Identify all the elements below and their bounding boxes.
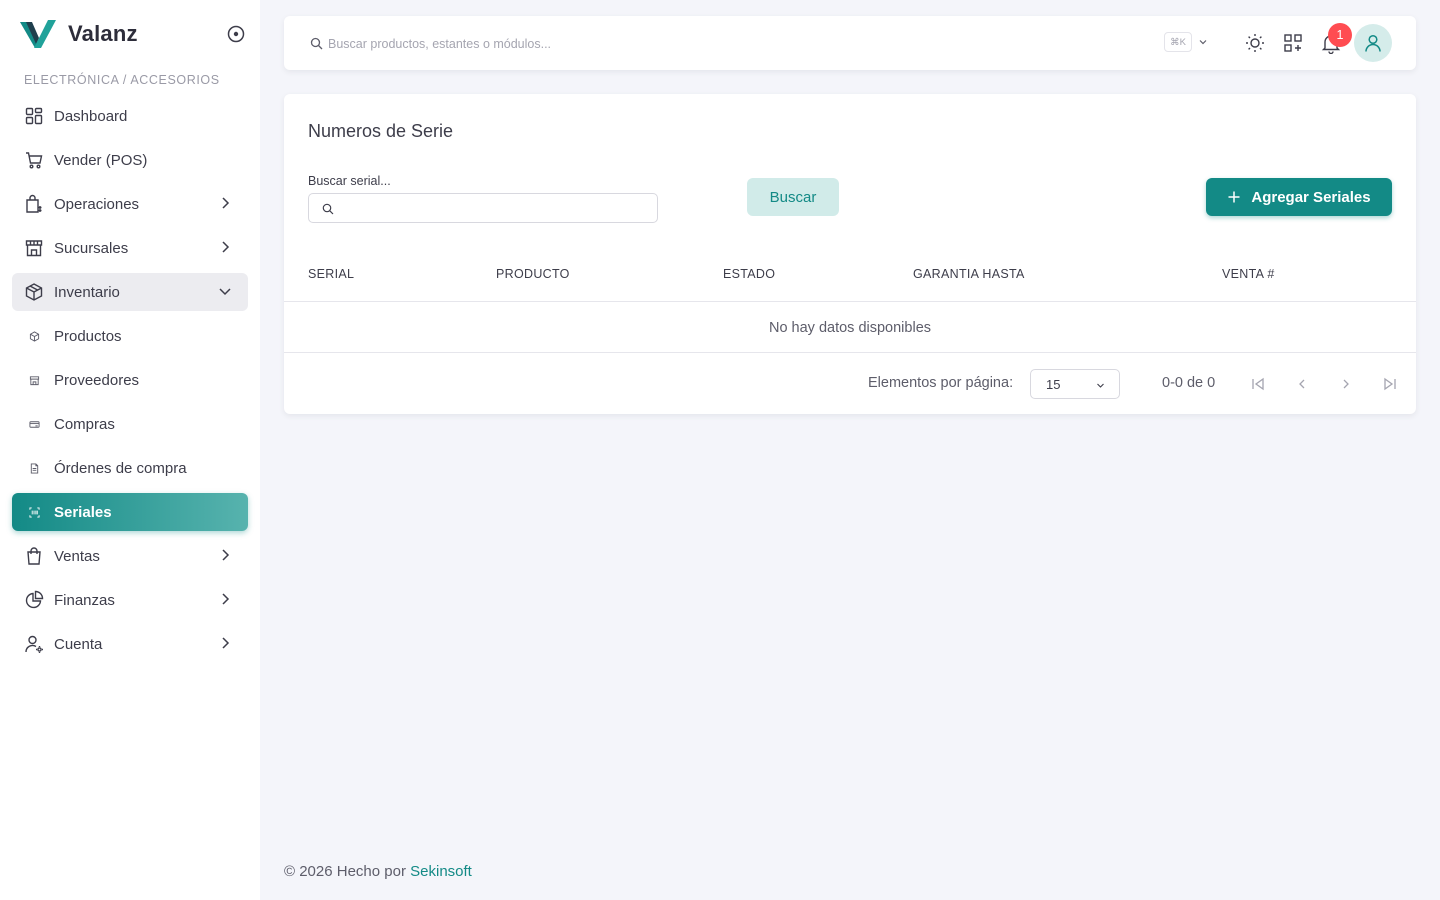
notifications-badge: 1 bbox=[1328, 23, 1352, 47]
sidebar-item-label: Órdenes de compra bbox=[54, 459, 187, 477]
shortcut-hint: ⌘K bbox=[1164, 32, 1192, 52]
column-header-garantia[interactable]: GARANTIA HASTA bbox=[913, 267, 1025, 281]
sidebar-item-seriales[interactable]: Seriales bbox=[12, 493, 248, 531]
avatar[interactable] bbox=[1354, 24, 1392, 62]
top-bar: ⌘K 1 bbox=[284, 16, 1416, 70]
sidebar-item-ventas[interactable]: Ventas bbox=[12, 537, 248, 575]
serial-dot-icon bbox=[24, 502, 44, 522]
valanz-logo-icon bbox=[20, 20, 56, 48]
operations-icon bbox=[24, 194, 44, 214]
column-header-estado[interactable]: ESTADO bbox=[723, 267, 775, 281]
sidebar-item-inventario[interactable]: Inventario bbox=[12, 273, 248, 311]
sidebar-item-ordenes-compra[interactable]: Órdenes de compra bbox=[12, 449, 248, 487]
sidebar-item-finanzas[interactable]: Finanzas bbox=[12, 581, 248, 619]
per-page-select[interactable]: 15 bbox=[1030, 369, 1120, 399]
page-title: Numeros de Serie bbox=[308, 121, 454, 141]
plus-icon bbox=[1228, 191, 1240, 203]
dashboard-icon bbox=[24, 106, 44, 126]
brand-name: Valanz bbox=[68, 21, 138, 46]
sidebar-item-label: Ventas bbox=[54, 547, 100, 565]
sidebar-item-proveedores[interactable]: Proveedores bbox=[12, 361, 248, 399]
sidebar-item-label: Dashboard bbox=[54, 107, 128, 125]
sidebar-item-productos[interactable]: Productos bbox=[12, 317, 248, 355]
user-settings-icon bbox=[24, 634, 44, 654]
order-dot-icon bbox=[24, 458, 44, 478]
theme-toggle-sun-icon[interactable] bbox=[1244, 32, 1266, 54]
last-page-icon[interactable] bbox=[1380, 374, 1400, 394]
sidebar-item-dashboard[interactable]: Dashboard bbox=[12, 97, 248, 135]
chevron-right-icon bbox=[222, 637, 230, 649]
search-icon bbox=[310, 37, 323, 50]
sidebar: Valanz ELECTRÓNICA / ACCESORIOS Dashboar… bbox=[0, 0, 260, 900]
sidebar-item-label: Inventario bbox=[54, 283, 120, 301]
add-serials-label: Agregar Seriales bbox=[1251, 188, 1371, 206]
serial-search-field[interactable] bbox=[308, 193, 658, 223]
serial-search-input[interactable] bbox=[341, 199, 646, 217]
table-header: SERIAL PRODUCTO ESTADO GARANTIA HASTA VE… bbox=[284, 254, 1416, 302]
sidebar-item-label: Proveedores bbox=[54, 371, 140, 389]
add-serials-button[interactable]: Agregar Seriales bbox=[1206, 178, 1392, 216]
sidebar-item-label: Productos bbox=[54, 327, 122, 345]
chevron-right-icon bbox=[222, 197, 230, 209]
sidebar-item-compras[interactable]: Compras bbox=[12, 405, 248, 443]
footer: © 2026 Hecho por Sekinsoft bbox=[284, 863, 472, 880]
brand[interactable]: Valanz bbox=[20, 18, 250, 50]
sidebar-item-label: Seriales bbox=[54, 503, 112, 521]
pagination-range: 0-0 de 0 bbox=[1162, 375, 1216, 391]
serials-card: Numeros de Serie Buscar serial... Buscar… bbox=[284, 94, 1416, 414]
per-page-value: 15 bbox=[1046, 377, 1061, 392]
pie-chart-icon bbox=[24, 590, 44, 610]
chevron-right-icon bbox=[222, 549, 230, 561]
chevron-right-icon bbox=[222, 593, 230, 605]
chevron-down-icon bbox=[219, 288, 231, 296]
chevron-down-icon bbox=[1097, 383, 1104, 388]
sidebar-item-label: Finanzas bbox=[54, 591, 115, 609]
box-icon bbox=[24, 282, 44, 302]
sidebar-item-label: Operaciones bbox=[54, 195, 140, 213]
sidebar-item-label: Vender (POS) bbox=[54, 151, 148, 169]
product-dot-icon bbox=[24, 326, 44, 346]
sidebar-item-label: Cuenta bbox=[54, 635, 103, 653]
section-label: ELECTRÓNICA / ACCESORIOS bbox=[24, 73, 220, 87]
sidebar-menu: Dashboard Vender (POS) Operaciones Sucur… bbox=[12, 97, 248, 669]
chevron-down-icon[interactable] bbox=[1197, 36, 1209, 48]
search-icon bbox=[322, 203, 334, 215]
sidebar-item-cuenta[interactable]: Cuenta bbox=[12, 625, 248, 663]
cart-icon bbox=[24, 150, 44, 170]
empty-message: No hay datos disponibles bbox=[768, 319, 932, 336]
sidebar-item-label: Sucursales bbox=[54, 239, 129, 257]
shopping-bag-icon bbox=[24, 546, 44, 566]
footer-copyright: © 2026 Hecho por bbox=[284, 863, 411, 880]
previous-page-icon[interactable] bbox=[1292, 374, 1312, 394]
footer-link-sekinsoft[interactable]: Sekinsoft bbox=[410, 863, 472, 880]
first-page-icon[interactable] bbox=[1248, 374, 1268, 394]
apps-grid-icon[interactable] bbox=[1282, 32, 1304, 54]
sidebar-item-sucursales[interactable]: Sucursales bbox=[12, 229, 248, 267]
search-button[interactable]: Buscar bbox=[747, 178, 839, 216]
column-header-serial[interactable]: SERIAL bbox=[308, 267, 354, 281]
column-header-producto[interactable]: PRODUCTO bbox=[496, 267, 570, 281]
sidebar-item-vender-pos[interactable]: Vender (POS) bbox=[12, 141, 248, 179]
purchase-dot-icon bbox=[24, 414, 44, 434]
user-icon bbox=[1365, 34, 1381, 52]
serial-search-label: Buscar serial... bbox=[308, 174, 391, 188]
sidebar-item-operaciones[interactable]: Operaciones bbox=[12, 185, 248, 223]
store-icon bbox=[24, 238, 44, 258]
per-page-label: Elementos por página: bbox=[868, 375, 1014, 391]
table-empty-row: No hay datos disponibles bbox=[284, 303, 1416, 353]
sidebar-item-label: Compras bbox=[54, 415, 115, 433]
chevron-right-icon bbox=[222, 241, 230, 253]
next-page-icon[interactable] bbox=[1336, 374, 1356, 394]
supplier-dot-icon bbox=[24, 370, 44, 390]
column-header-venta[interactable]: VENTA # bbox=[1222, 267, 1275, 281]
global-search-input[interactable] bbox=[328, 34, 1028, 54]
sidebar-toggle-icon[interactable] bbox=[226, 24, 246, 44]
